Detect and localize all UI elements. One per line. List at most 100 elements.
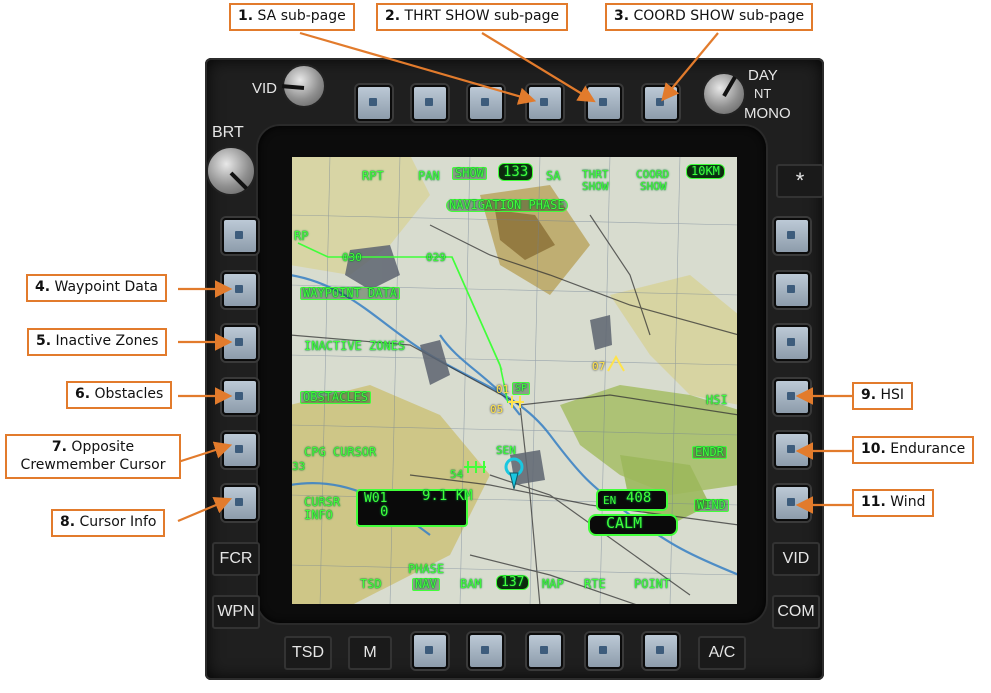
callout-number: 8. bbox=[60, 514, 76, 530]
wpn-button[interactable]: WPN bbox=[212, 595, 260, 629]
right-button-r3[interactable] bbox=[774, 325, 810, 361]
callout-text: HSI bbox=[880, 387, 905, 403]
waypoint-030-label: 030 bbox=[342, 251, 362, 264]
thrt-show-label-2: SHOW bbox=[582, 180, 609, 193]
callout-text: Opposite bbox=[71, 439, 135, 455]
top-button-t4-sa[interactable] bbox=[527, 85, 563, 121]
inactive-zones-label: INACTIVE ZONES bbox=[304, 339, 406, 353]
rpt-label: RPT bbox=[362, 169, 384, 183]
endurance-value: 408 bbox=[626, 490, 652, 506]
callout-number: 1. bbox=[238, 8, 254, 24]
com-label: COM bbox=[777, 603, 815, 620]
knob-pointer bbox=[229, 171, 248, 190]
coord-show-label-1: COORD bbox=[636, 168, 670, 181]
left-button-l1[interactable] bbox=[222, 218, 258, 254]
callout-text: Inactive Zones bbox=[55, 333, 159, 349]
callout-thrt-show-sub-page: 2. THRT SHOW sub-page bbox=[376, 3, 569, 31]
callout-obstacles: 6. Obstacles bbox=[66, 381, 173, 409]
obstacles-label: OBSTACLES bbox=[300, 391, 372, 404]
endurance-en: EN bbox=[603, 494, 617, 507]
heading-bottom: 137 bbox=[496, 575, 530, 590]
tsd-button[interactable]: TSD bbox=[284, 636, 332, 670]
callout-inactive-zones: 5. Inactive Zones bbox=[27, 328, 168, 356]
callout-number: 4. bbox=[35, 279, 51, 295]
tsd-bottom-label: TSD bbox=[360, 577, 382, 591]
bottom-button-b5[interactable] bbox=[643, 633, 679, 669]
vid-button[interactable]: VID bbox=[772, 542, 820, 576]
left-button-l6-cursor-info[interactable] bbox=[222, 485, 258, 521]
sp-label: SP bbox=[512, 382, 531, 395]
asterisk-button[interactable]: * bbox=[776, 164, 824, 198]
cursor-info-waypoint: W01 bbox=[364, 491, 388, 506]
menu-button[interactable]: M bbox=[348, 636, 392, 670]
mode-day-label: DAY bbox=[748, 67, 778, 84]
wind-readout: CALM bbox=[588, 514, 678, 536]
callout-waypoint-data: 4. Waypoint Data bbox=[26, 274, 167, 302]
waypoint-data-label: WAYPOINT DATA bbox=[300, 287, 400, 300]
cursor-info-value: 0 bbox=[380, 504, 389, 520]
aircraft-button[interactable]: A/C bbox=[698, 636, 746, 670]
callout-text: Waypoint Data bbox=[54, 279, 158, 295]
callout-wind: 11. Wind bbox=[852, 489, 935, 517]
asterisk-label: * bbox=[795, 168, 805, 193]
bottom-button-b1[interactable] bbox=[412, 633, 448, 669]
callout-text: THRT SHOW sub-page bbox=[404, 8, 560, 24]
waypoint-54-label: 54 bbox=[450, 468, 464, 481]
waypoint-05-label: 05 bbox=[490, 403, 504, 416]
brt-knob[interactable] bbox=[206, 146, 256, 196]
tsd-display[interactable]: RPT PAN SHOW 133 SA THRT SHOW COORD SHOW… bbox=[290, 155, 739, 606]
callout-text: Cursor Info bbox=[79, 514, 157, 530]
tactical-map bbox=[290, 155, 739, 606]
bam-label: BAM bbox=[460, 577, 482, 591]
waypoint-07-label: 07 bbox=[592, 360, 606, 373]
wind-label: WIND bbox=[694, 499, 729, 512]
bottom-button-b4[interactable] bbox=[586, 633, 622, 669]
phase-banner: NAVIGATION PHASE bbox=[446, 199, 568, 212]
nav-label: NAV bbox=[412, 578, 440, 591]
show-label: SHOW bbox=[452, 167, 487, 180]
fcr-button[interactable]: FCR bbox=[212, 542, 260, 576]
coord-show-label-2: SHOW bbox=[640, 180, 667, 193]
callout-number: 9. bbox=[861, 387, 877, 403]
wind-value: CALM bbox=[606, 514, 643, 532]
bottom-button-b2[interactable] bbox=[468, 633, 504, 669]
top-button-t2[interactable] bbox=[412, 85, 448, 121]
top-button-t1[interactable] bbox=[356, 85, 392, 121]
callout-hsi: 9. HSI bbox=[852, 382, 914, 410]
vid-knob-label: VID bbox=[252, 80, 278, 97]
top-button-t6-coord-show[interactable] bbox=[643, 85, 679, 121]
rp-label: RP bbox=[294, 229, 309, 243]
heading-top: 133 bbox=[498, 163, 534, 181]
bottom-button-b3[interactable] bbox=[527, 633, 563, 669]
left-button-l3-inactive-zones[interactable] bbox=[222, 325, 258, 361]
vid-label: VID bbox=[782, 550, 810, 567]
hsi-label: HSI bbox=[706, 393, 728, 407]
waypoint-01-label: 01 bbox=[496, 383, 510, 396]
thrt-show-label-1: THRT bbox=[582, 168, 609, 181]
callout-number: 11. bbox=[861, 494, 886, 510]
top-button-t5-thrt-show[interactable] bbox=[586, 85, 622, 121]
callout-text: COORD SHOW sub-page bbox=[633, 8, 805, 24]
right-button-r6-wind[interactable] bbox=[774, 485, 810, 521]
left-button-l5-cpg-cursor[interactable] bbox=[222, 432, 258, 468]
callout-text: Wind bbox=[890, 494, 926, 510]
callout-text: Endurance bbox=[890, 441, 966, 457]
com-button[interactable]: COM bbox=[772, 595, 820, 629]
callout-text-line-2: Crewmember Cursor bbox=[20, 456, 166, 473]
left-button-l2-waypoint-data[interactable] bbox=[222, 272, 258, 308]
right-button-r5-endurance[interactable] bbox=[774, 432, 810, 468]
top-button-t3[interactable] bbox=[468, 85, 504, 121]
right-button-r1[interactable] bbox=[774, 218, 810, 254]
left-button-l4-obstacles[interactable] bbox=[222, 379, 258, 415]
callout-number: 5. bbox=[36, 333, 52, 349]
callout-number: 2. bbox=[385, 8, 401, 24]
vid-knob[interactable] bbox=[281, 64, 326, 108]
right-button-r4-hsi[interactable] bbox=[774, 379, 810, 415]
rte-label: RTE bbox=[584, 577, 606, 591]
menu-label: M bbox=[363, 644, 377, 661]
right-button-r2[interactable] bbox=[774, 272, 810, 308]
cursor-info-distance: 9.1 KM bbox=[422, 488, 473, 504]
day-nt-mono-knob[interactable] bbox=[702, 72, 746, 116]
callout-endurance: 10. Endurance bbox=[852, 436, 975, 464]
endurance-label: ENDR bbox=[692, 446, 727, 459]
